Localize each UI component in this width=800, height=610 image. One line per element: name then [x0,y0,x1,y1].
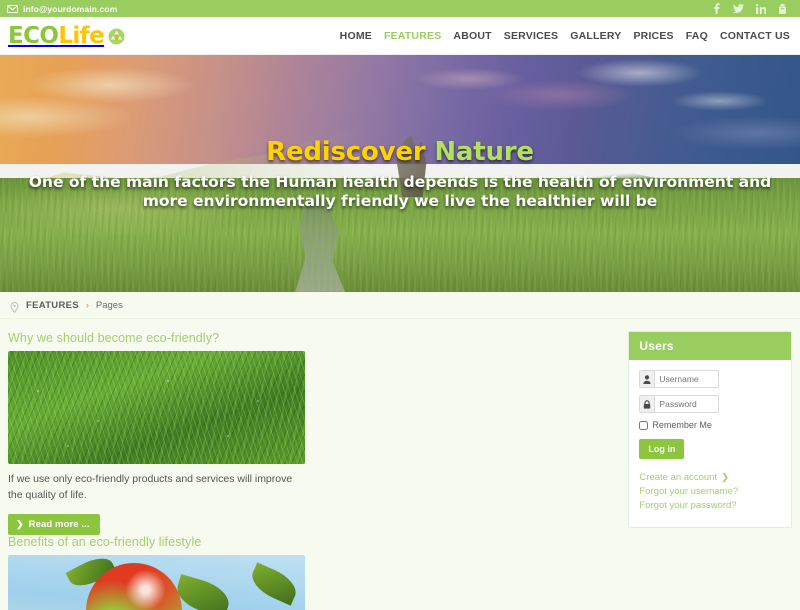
facebook-icon[interactable] [711,3,722,14]
nav-item-gallery[interactable]: GALLERY [570,30,621,42]
create-account-link[interactable]: Create an account ❯ [639,471,781,485]
youtube-icon[interactable] [777,3,788,14]
remember-me-label[interactable]: Remember Me [652,420,712,430]
logo-text-life: Life [58,22,105,49]
read-more-button-1[interactable]: ❯ Read more ... [8,514,100,535]
article-card: Why we should become eco-friendly? If we… [8,331,305,535]
svg-text:1: 1 [114,34,119,42]
hero-subtitle: One of the main factors the Human health… [28,173,772,210]
site-header: ECOLife 1 HOME FEATURES ABOUT SERVICES G… [0,17,800,55]
hero-banner: Rediscover Nature One of the main factor… [0,55,800,292]
card-body-1: If we use only eco-friendly products and… [8,473,293,501]
breadcrumb: FEATURES › Pages [0,292,800,319]
hero-text-block: Rediscover Nature One of the main factor… [0,137,800,211]
content-column: Why we should become eco-friendly? If we… [8,331,618,610]
chevron-right-icon: ❯ [721,472,730,483]
account-links: Create an account ❯ Forgot your username… [639,471,781,513]
envelope-icon [7,4,18,13]
forgot-username-link[interactable]: Forgot your username? [639,485,781,499]
card-title-1[interactable]: Why we should become eco-friendly? [8,331,305,345]
nav-item-about[interactable]: ABOUT [453,30,491,42]
username-field-wrap [639,370,720,388]
location-pin-icon [10,300,19,313]
main-nav: HOME FEATURES ABOUT SERVICES GALLERY PRI… [340,30,790,42]
logo-text-eco: ECO [8,22,59,49]
hero-title-word-1: Rediscover [266,137,426,167]
remember-me-row: Remember Me [639,420,781,430]
site-logo[interactable]: ECOLife 1 [8,23,125,49]
user-icon [640,371,656,387]
card-title-2[interactable]: Benefits of an eco-friendly lifestyle [8,535,305,549]
password-field-wrap [639,395,720,413]
apple-leaf [246,562,302,606]
twitter-icon[interactable] [733,3,744,14]
sidebar: Users Remember Me [628,331,792,610]
forgot-password-link[interactable]: Forgot your password? [639,499,781,513]
dewy-grass-photo [8,351,305,464]
users-login-module: Users Remember Me [628,331,792,528]
nav-item-home[interactable]: HOME [340,30,372,42]
username-input[interactable] [655,371,719,387]
breadcrumb-separator-icon: › [85,300,89,310]
apple-on-tree-photo [8,555,305,610]
main-area: Why we should become eco-friendly? If we… [0,319,800,610]
breadcrumb-root[interactable]: FEATURES [26,300,79,311]
login-button[interactable]: Log in [639,439,685,459]
nav-item-prices[interactable]: PRICES [633,30,673,42]
remember-me-checkbox[interactable] [639,420,649,430]
read-more-label-1: Read more ... [28,519,90,530]
nav-item-contact-us[interactable]: CONTACT US [720,30,790,42]
nav-item-features[interactable]: FEATURES [384,30,441,42]
module-title: Users [629,332,791,360]
nav-item-faq[interactable]: FAQ [686,30,708,42]
article-card: Benefits of an eco-friendly lifestyle If… [8,535,305,610]
chevron-right-icon: ❯ [16,519,24,529]
contact-email: info@yourdomain.com [23,3,118,14]
password-input[interactable] [655,396,719,412]
login-form: Remember Me Log in Create an account ❯ F… [629,360,791,527]
linkedin-icon[interactable] [755,3,766,14]
hero-title: Rediscover Nature [0,137,800,167]
topbar-contact: info@yourdomain.com [7,4,117,14]
recycle-icon: 1 [108,28,125,45]
create-account-label: Create an account [639,472,718,483]
nav-item-services[interactable]: SERVICES [504,30,559,42]
topbar: info@yourdomain.com [0,0,800,17]
hero-title-word-2: Nature [434,137,534,167]
apple-leaf [172,574,234,610]
lock-icon [640,396,656,412]
breadcrumb-current: Pages [95,299,123,311]
social-links [711,3,792,14]
